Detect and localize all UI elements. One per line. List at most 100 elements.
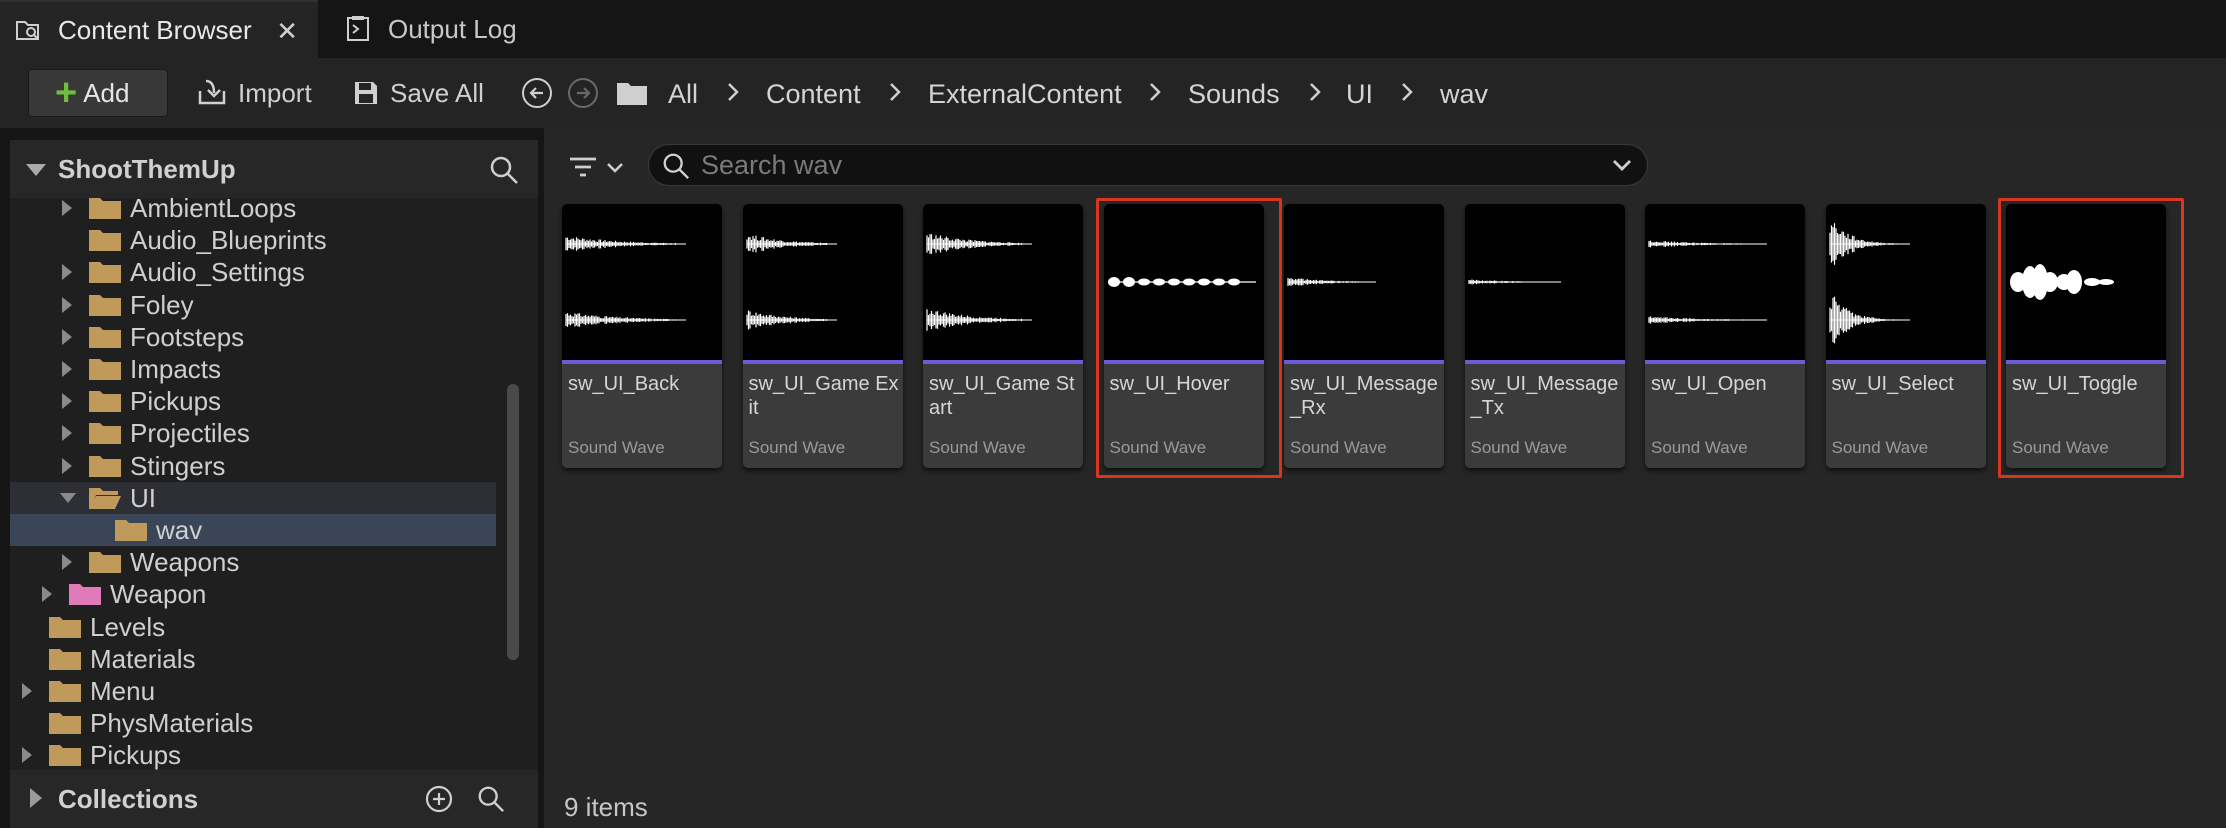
folder-label: UI (130, 482, 156, 513)
asset-type-color-bar (1645, 360, 1805, 364)
folder-tree-item[interactable]: Projectiles (10, 417, 496, 449)
asset-tile[interactable]: sw_UI_Hover Sound Wave (1103, 204, 1264, 468)
collections-header[interactable]: Collections (10, 770, 538, 828)
search-input[interactable] (701, 149, 1581, 181)
folder-tree-item[interactable]: Footsteps (10, 321, 496, 353)
filter-icon (570, 157, 596, 177)
asset-type-label: Sound Wave (1109, 438, 1207, 457)
close-icon[interactable]: ✕ (276, 16, 298, 47)
chevron-right-icon[interactable] (1148, 80, 1162, 104)
sources-header[interactable]: ShootThemUp (10, 140, 538, 198)
search-icon[interactable] (488, 154, 520, 186)
folder-tree-item[interactable]: wav (10, 514, 496, 546)
save-all-label: Save All (390, 77, 484, 108)
asset-type-color-bar (1103, 360, 1264, 364)
breadcrumb-all[interactable]: All (668, 70, 698, 118)
chevron-right-icon[interactable] (1308, 80, 1322, 104)
asset-type-color-bar (562, 360, 722, 364)
tab-output-log[interactable]: Output Log (330, 0, 560, 58)
collapsed-arrow-icon[interactable] (22, 747, 32, 764)
breadcrumb-externalcontent[interactable]: ExternalContent (928, 70, 1122, 118)
asset-tile[interactable]: sw_UI_Game Start Sound Wave (923, 204, 1083, 468)
chevron-down-icon[interactable] (1611, 157, 1633, 173)
asset-tile[interactable]: sw_UI_Back Sound Wave (562, 204, 722, 468)
folder-tree-item[interactable]: Impacts (10, 353, 496, 385)
folder-tree-item[interactable]: Weapon (10, 578, 496, 610)
waveform-thumbnail (1464, 204, 1625, 360)
folder-label: Audio_Blueprints (130, 225, 327, 256)
save-all-button[interactable]: Save All (352, 69, 484, 117)
chevron-right-icon[interactable] (888, 80, 902, 104)
folder-icon (49, 648, 81, 670)
folder-tree: AmbientLoops Audio_Blueprints Audio_Settin… (10, 198, 538, 770)
folder-tree-item[interactable]: Pickups (10, 385, 496, 417)
folder-tree-item[interactable]: Audio_Blueprints (10, 224, 496, 256)
asset-search-box[interactable] (648, 144, 1648, 186)
asset-type-label: Sound Wave (568, 438, 665, 457)
folder-icon[interactable] (616, 80, 648, 106)
asset-name: sw_UI_Message_Rx (1290, 373, 1438, 419)
collapsed-arrow-icon[interactable] (22, 683, 32, 699)
history-back-button[interactable] (522, 78, 552, 108)
waveform-thumbnail (742, 204, 903, 360)
folder-tree-item[interactable]: Stingers (10, 450, 496, 482)
asset-name: sw_UI_Message_Tx (1470, 373, 1619, 419)
breadcrumb-content[interactable]: Content (766, 70, 861, 118)
asset-tile[interactable]: sw_UI_Open Sound Wave (1645, 204, 1805, 468)
folder-label: Projectiles (130, 418, 250, 449)
breadcrumb-sounds[interactable]: Sounds (1188, 70, 1280, 118)
collapsed-arrow-icon[interactable] (62, 457, 72, 474)
waveform-thumbnail (1284, 204, 1444, 360)
collapsed-arrow-icon[interactable] (62, 361, 72, 377)
collapsed-arrow-icon[interactable] (62, 393, 72, 410)
folder-icon (89, 198, 121, 219)
asset-tile[interactable]: sw_UI_Toggle Sound Wave (2006, 204, 2166, 468)
folder-icon (89, 552, 121, 574)
add-button-label: Add (83, 77, 130, 108)
tree-scrollbar[interactable] (507, 384, 519, 660)
expand-arrow-icon[interactable] (30, 788, 42, 808)
folder-tree-item[interactable]: Weapons (10, 546, 496, 578)
items-count: 9 items (564, 792, 648, 822)
tab-content-browser[interactable]: Content Browser ✕ (0, 0, 318, 58)
add-button[interactable]: + Add (28, 69, 168, 117)
collapse-arrow-icon[interactable] (26, 164, 46, 176)
chevron-right-icon[interactable] (726, 80, 740, 104)
content-browser-icon (16, 21, 39, 40)
asset-tile[interactable]: sw_UI_Select Sound Wave (1825, 204, 1986, 468)
collapsed-arrow-icon[interactable] (42, 586, 52, 603)
asset-type-label: Sound Wave (2012, 438, 2109, 457)
asset-tile[interactable]: sw_UI_Game Exit Sound Wave (742, 204, 903, 468)
collapsed-arrow-icon[interactable] (62, 264, 72, 281)
folder-tree-item[interactable]: PhysMaterials (10, 707, 496, 739)
history-forward-button[interactable] (568, 78, 598, 108)
folder-tree-item[interactable]: Audio_Settings (10, 256, 496, 288)
folder-tree-item[interactable]: Pickups (10, 739, 496, 770)
folder-tree-item[interactable]: Levels (10, 611, 496, 643)
expanded-arrow-icon[interactable] (60, 492, 76, 503)
folder-label: Weapons (130, 547, 240, 578)
waveform-thumbnail (1103, 204, 1264, 360)
import-button[interactable]: Import (196, 69, 312, 117)
breadcrumb-wav[interactable]: wav (1440, 70, 1488, 118)
collapsed-arrow-icon[interactable] (62, 328, 72, 345)
tab-label: Output Log (388, 13, 517, 44)
add-collection-icon[interactable] (424, 784, 454, 814)
folder-tree-item[interactable]: Menu (10, 675, 496, 707)
collapsed-arrow-icon[interactable] (62, 425, 72, 442)
breadcrumb-ui[interactable]: UI (1346, 70, 1373, 118)
filter-button[interactable] (568, 148, 632, 188)
collapsed-arrow-icon[interactable] (62, 554, 72, 571)
folder-tree-item[interactable]: AmbientLoops (10, 198, 496, 224)
chevron-right-icon[interactable] (1400, 80, 1414, 104)
folder-tree-item[interactable]: UI (10, 481, 496, 514)
folder-icon (89, 294, 121, 316)
search-icon[interactable] (476, 784, 506, 814)
folder-tree-item[interactable]: Foley (10, 289, 496, 321)
collapsed-arrow-icon[interactable] (62, 200, 72, 216)
sources-panel: ShootThemUp AmbientLoops Audio_Blueprints… (10, 140, 538, 828)
asset-tile[interactable]: sw_UI_Message_Rx Sound Wave (1284, 204, 1444, 468)
asset-tile[interactable]: sw_UI_Message_Tx Sound Wave (1464, 204, 1625, 468)
folder-tree-item[interactable]: Materials (10, 643, 496, 675)
collapsed-arrow-icon[interactable] (62, 296, 72, 313)
